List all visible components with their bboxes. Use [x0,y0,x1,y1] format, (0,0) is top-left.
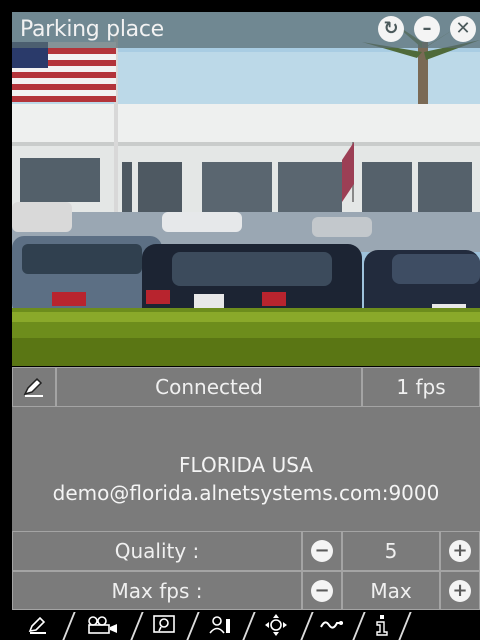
max-fps-increase-button[interactable]: + [440,571,480,610]
minus-icon: − [311,579,333,602]
camera-icon [88,616,117,634]
tab-link[interactable] [312,612,352,638]
camera-image [12,12,480,366]
camera-view[interactable]: Parking place ↻ – ✕ [12,12,480,366]
tab-edit[interactable] [18,612,58,638]
fps-readout: 1 fps [362,367,480,407]
close-button[interactable]: ✕ [450,16,476,42]
tab-separator [186,612,200,640]
close-icon: ✕ [455,18,471,39]
info-icon [376,615,388,636]
title-bar: Parking place ↻ – ✕ [12,12,480,48]
quality-label: Quality : [12,531,302,571]
tab-info[interactable] [364,612,400,638]
link-icon [320,621,343,629]
edit-button[interactable] [12,367,56,407]
refresh-icon: ↻ [383,18,399,39]
minus-icon: − [311,540,333,562]
max-fps-value: Max [342,571,440,610]
person-icon [209,616,230,634]
tab-separator [130,612,144,640]
tab-separator [62,612,76,640]
refresh-button[interactable]: ↻ [378,16,404,42]
zoom-icon [153,615,175,633]
tab-separator [398,612,412,640]
camera-address: demo@florida.alnetsystems.com:9000 [52,481,440,505]
status-panel: Connected 1 fps FLORIDA USA demo@florida… [12,367,480,610]
edit-icon [23,377,43,397]
minimize-icon: – [422,18,432,39]
tab-ptz[interactable] [256,612,296,638]
tab-zoom[interactable] [144,612,184,638]
tab-cameras[interactable] [78,612,128,638]
window-title: Parking place [20,17,164,42]
tab-people[interactable] [200,612,240,638]
minimize-button[interactable]: – [414,16,440,42]
tab-bar [12,610,480,640]
ptz-icon [265,614,287,636]
plus-icon: + [449,540,471,562]
max-fps-label: Max fps : [12,571,302,610]
max-fps-decrease-button[interactable]: − [302,571,342,610]
quality-decrease-button[interactable]: − [302,531,342,571]
quality-increase-button[interactable]: + [440,531,480,571]
camera-window: Parking place ↻ – ✕ Connected 1 fps FLOR… [12,12,480,640]
tab-separator [242,612,256,640]
camera-location: FLORIDA USA [179,453,313,477]
plus-icon: + [449,579,471,602]
edit-icon [28,616,46,634]
quality-value: 5 [342,531,440,571]
connection-status: Connected [56,367,362,407]
